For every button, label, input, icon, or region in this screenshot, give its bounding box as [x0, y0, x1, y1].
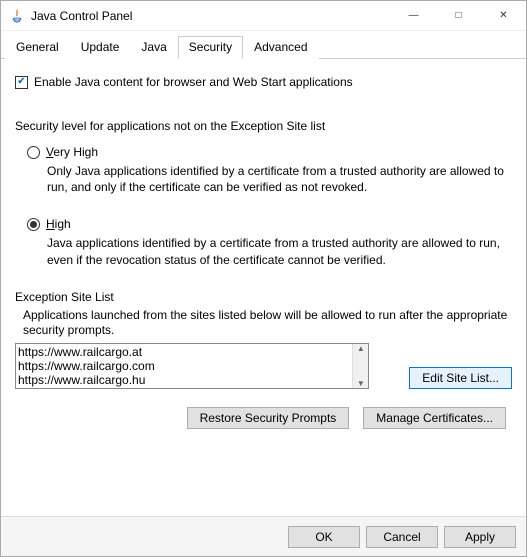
site-item[interactable]: https://www.railcargo.at [18, 345, 366, 359]
minimize-button[interactable]: — [391, 2, 436, 30]
radio-very-high-label: Very High [46, 145, 98, 159]
restore-prompts-button[interactable]: Restore Security Prompts [187, 407, 350, 429]
high-desc: Java applications identified by a certif… [47, 235, 512, 267]
radio-high[interactable]: High [27, 217, 512, 231]
security-panel: ✔ Enable Java content for browser and We… [1, 59, 526, 516]
window-controls: — □ ✕ [391, 2, 526, 30]
tab-bar: GeneralUpdateJavaSecurityAdvanced [1, 31, 526, 59]
ok-button[interactable]: OK [288, 526, 360, 548]
radio-high-input[interactable] [27, 218, 40, 231]
radio-very-high[interactable]: Very High [27, 145, 512, 159]
tab-advanced[interactable]: Advanced [243, 36, 318, 59]
exception-list-title: Exception Site List [15, 290, 512, 304]
titlebar: Java Control Panel — □ ✕ [1, 1, 526, 31]
apply-button[interactable]: Apply [444, 526, 516, 548]
radio-very-high-input[interactable] [27, 146, 40, 159]
enable-java-checkbox[interactable]: ✔ [15, 76, 28, 89]
close-button[interactable]: ✕ [481, 2, 526, 30]
site-item[interactable]: https://www.railcargo.hu [18, 373, 366, 387]
tab-general[interactable]: General [5, 36, 70, 59]
enable-java-label: Enable Java content for browser and Web … [34, 75, 353, 89]
enable-java-row[interactable]: ✔ Enable Java content for browser and We… [15, 75, 512, 89]
scroll-down-icon[interactable]: ▼ [357, 379, 365, 388]
tab-update[interactable]: Update [70, 36, 131, 59]
cancel-button[interactable]: Cancel [366, 526, 438, 548]
very-high-desc: Only Java applications identified by a c… [47, 163, 512, 195]
radio-high-label: High [46, 217, 71, 231]
tab-java[interactable]: Java [130, 36, 177, 59]
window-title: Java Control Panel [31, 9, 132, 23]
scrollbar[interactable]: ▲ ▼ [352, 344, 368, 388]
maximize-button[interactable]: □ [436, 2, 481, 30]
manage-certificates-button[interactable]: Manage Certificates... [363, 407, 506, 429]
tab-security[interactable]: Security [178, 36, 243, 59]
dialog-footer: OK Cancel Apply [1, 516, 526, 556]
site-item[interactable]: https://www.railcargo.com [18, 359, 366, 373]
java-icon [9, 8, 25, 24]
security-level-heading: Security level for applications not on t… [15, 119, 512, 133]
exception-list-desc: Applications launched from the sites lis… [23, 308, 512, 339]
exception-site-listbox[interactable]: https://www.railcargo.athttps://www.rail… [15, 343, 369, 389]
scroll-up-icon[interactable]: ▲ [357, 344, 365, 353]
edit-site-list-button[interactable]: Edit Site List... [409, 367, 512, 389]
